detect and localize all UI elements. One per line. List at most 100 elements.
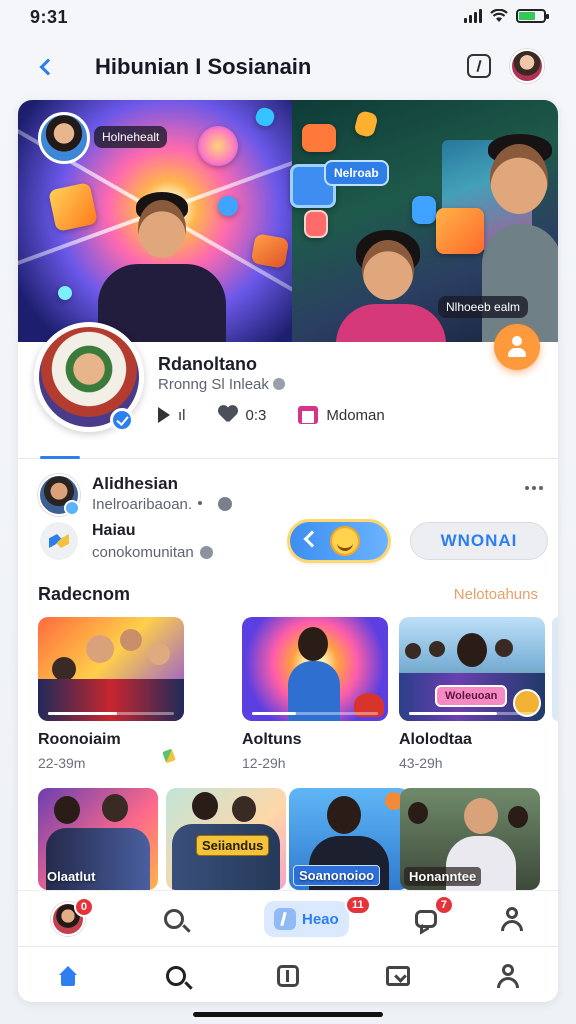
search-icon xyxy=(166,966,186,986)
hero-badge-center: Nelroab xyxy=(324,160,389,186)
hero-person-center xyxy=(336,230,446,342)
wifi-icon xyxy=(490,9,508,22)
chat-icon xyxy=(415,910,437,928)
video-card[interactable]: Roonoiaim 22-39m xyxy=(38,617,184,771)
status-icons xyxy=(464,9,549,23)
map-icon xyxy=(40,522,78,560)
game-tile-icon xyxy=(48,182,98,232)
hero-avatar xyxy=(38,112,90,164)
hero-badge-left: Holnehealt xyxy=(94,126,168,148)
short-card[interactable]: Honanntee xyxy=(400,788,540,890)
globe-icon xyxy=(218,497,233,511)
info-icon[interactable] xyxy=(199,546,213,559)
hero-person-left xyxy=(98,192,226,342)
video-thumbnail[interactable] xyxy=(38,617,184,721)
short-card[interactable]: Soanonoioo xyxy=(289,788,409,890)
profile-subtitle: Rronng Sl Inleak xyxy=(158,376,285,393)
short-card[interactable]: Olaatlut xyxy=(38,788,158,890)
card-icon xyxy=(277,965,299,987)
page-title: Hibunian I Sosianain xyxy=(95,54,312,79)
cellular-signal-icon xyxy=(464,9,482,23)
smile-emoji-icon xyxy=(330,526,360,556)
more-options-button[interactable] xyxy=(520,480,548,496)
tab-home[interactable] xyxy=(48,961,88,991)
video-meta: 22-39m xyxy=(38,755,86,771)
emoji-reaction-button[interactable] xyxy=(290,522,388,560)
bottom-tab-bar xyxy=(18,946,558,1002)
video-progress-bar xyxy=(252,712,378,715)
section-title: Radecnom xyxy=(38,584,131,604)
video-card[interactable]: Aoltuns 12-29h xyxy=(242,617,388,771)
community-subtitle: conokomunitan xyxy=(92,544,213,561)
see-all-link[interactable]: Nelotoahuns xyxy=(454,586,538,603)
tab-indicator xyxy=(40,456,80,459)
quick-profile[interactable]: 0 xyxy=(46,897,94,939)
video-card[interactable]: Woleuoan Alolodtaa 43-29h xyxy=(399,617,545,771)
hero-banner[interactable]: Holnehealt Nelroab Nlhoeeb ealm xyxy=(18,100,558,342)
stat-likes[interactable]: 0:3 xyxy=(218,406,267,424)
join-button[interactable]: WNONAI xyxy=(410,522,548,560)
user-icon xyxy=(501,907,523,931)
tab-create[interactable] xyxy=(268,961,308,991)
tab-search[interactable] xyxy=(156,961,196,991)
video-progress-bar xyxy=(48,712,174,715)
short-label: Honanntee xyxy=(404,867,482,886)
quick-center-button[interactable]: Heao 11 xyxy=(264,895,371,937)
quick-chat[interactable]: 7 xyxy=(404,895,454,939)
home-icon xyxy=(57,966,79,986)
book-icon xyxy=(386,966,410,986)
stat-play[interactable]: ıl xyxy=(158,407,186,424)
status-time: 9:31 xyxy=(30,7,69,27)
profile-name: Rdanoltano xyxy=(158,354,257,374)
app-header: Hibunian I Sosianain xyxy=(0,44,576,90)
member-badge-icon xyxy=(64,500,80,516)
tag-icon xyxy=(298,406,319,424)
video-title: Aoltuns xyxy=(242,731,302,748)
community-row: Haiau conokomunitan WNONAI xyxy=(38,520,548,564)
user-icon xyxy=(497,964,519,988)
member-subtitle: Inelroaribaoan. xyxy=(92,496,233,513)
notification-badge: 0 xyxy=(73,897,94,917)
divider xyxy=(18,458,558,459)
play-icon xyxy=(158,407,170,423)
video-title: Alolodtaa xyxy=(399,731,472,748)
user-avatar[interactable] xyxy=(510,49,544,83)
video-tag: Woleuoan xyxy=(435,685,508,707)
community-name: Haiau xyxy=(92,522,136,539)
search-icon xyxy=(164,909,184,929)
short-label: Olaatlut xyxy=(47,869,96,884)
short-label: Soanonoioo xyxy=(293,865,381,886)
back-button[interactable] xyxy=(32,52,60,82)
short-label: Seiiandus xyxy=(196,835,270,856)
video-thumbnail[interactable]: Woleuoan xyxy=(399,617,545,721)
home-indicator xyxy=(193,1012,383,1017)
tab-profile[interactable] xyxy=(488,961,528,991)
member-row[interactable]: Alidhesian Inelroaribaoan. xyxy=(38,472,548,516)
tab-library[interactable] xyxy=(378,961,418,991)
compose-icon xyxy=(274,908,296,930)
verified-badge-icon xyxy=(110,408,134,432)
notification-badge: 7 xyxy=(433,895,454,915)
profile-stats: ıl 0:3 Mdoman xyxy=(158,406,407,424)
follow-button[interactable] xyxy=(494,324,540,370)
stat-tag[interactable]: Mdoman xyxy=(298,406,385,424)
info-icon[interactable] xyxy=(272,378,285,390)
heart-icon xyxy=(218,406,238,424)
battery-icon xyxy=(516,9,549,23)
notification-badge: 11 xyxy=(345,895,371,915)
video-thumbnail[interactable] xyxy=(242,617,388,721)
video-meta: 43-29h xyxy=(399,755,443,771)
member-name: Alidhesian xyxy=(92,474,178,493)
edit-icon[interactable] xyxy=(467,54,491,78)
short-card[interactable]: Seiiandus xyxy=(166,788,286,890)
video-meta: 12-29h xyxy=(242,755,286,771)
arrow-left-icon xyxy=(303,530,321,548)
hero-left-image: Holnehealt xyxy=(18,100,404,342)
video-title: Roonoiaim xyxy=(38,731,121,748)
quick-user[interactable] xyxy=(490,899,534,939)
quick-search[interactable] xyxy=(152,899,196,939)
status-bar: 9:31 xyxy=(0,0,576,36)
hero-right-image: Nelroab Nlhoeeb ealm xyxy=(290,100,558,342)
video-progress-bar xyxy=(409,712,535,715)
play-tile-icon xyxy=(436,208,484,254)
